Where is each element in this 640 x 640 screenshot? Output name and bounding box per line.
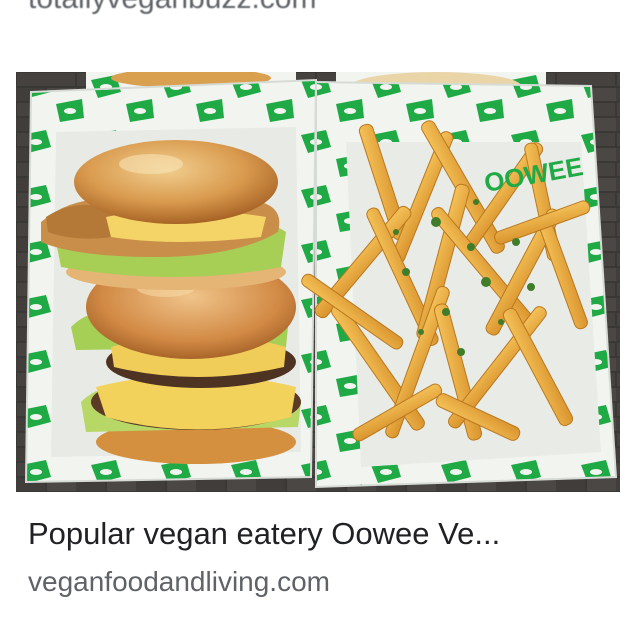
food-photo: OOWEE: [16, 72, 620, 492]
search-results-page: totallyveganbuzz.com: [0, 0, 640, 640]
result-title[interactable]: Popular vegan eatery Oowee Ve...: [28, 514, 612, 554]
result-source[interactable]: veganfoodandliving.com: [28, 564, 330, 600]
result-image[interactable]: OOWEE: [16, 72, 620, 492]
previous-result-source[interactable]: totallyveganbuzz.com: [28, 0, 317, 16]
